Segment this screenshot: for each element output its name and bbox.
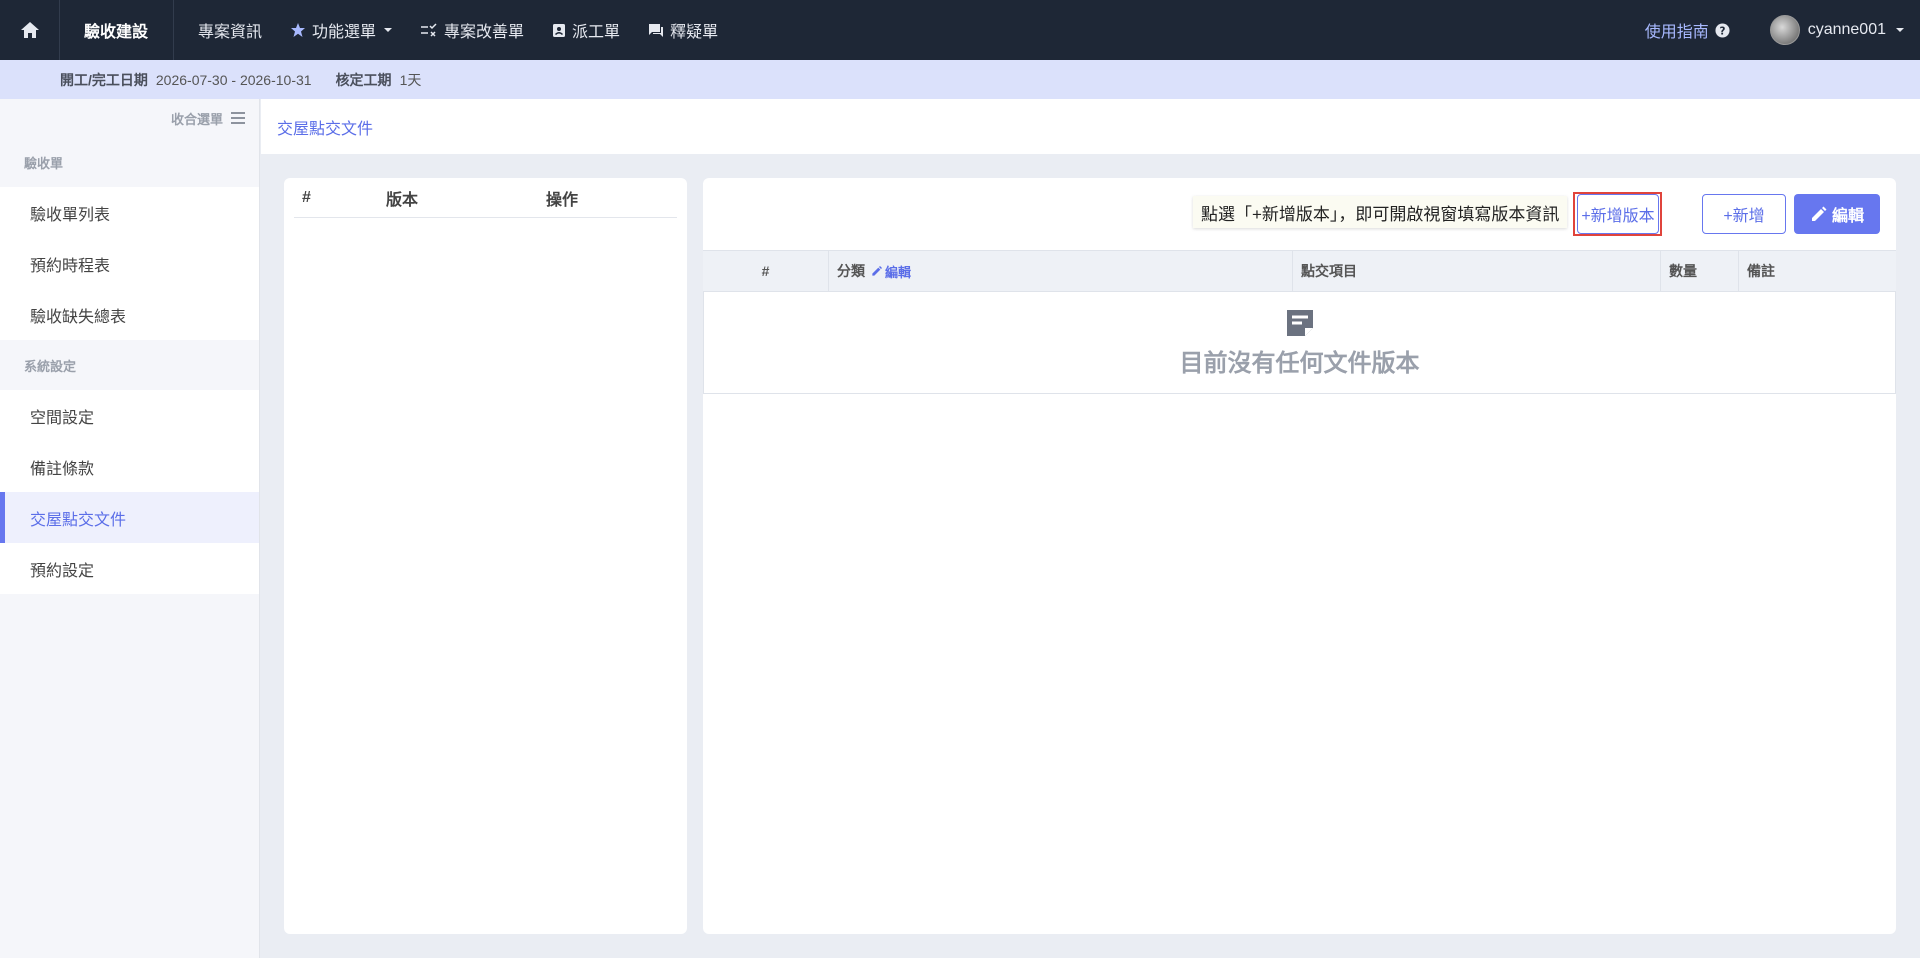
- nav-clarification-label: 釋疑單: [670, 24, 719, 41]
- hamburger-icon: [231, 112, 245, 124]
- badge-icon: [553, 24, 566, 37]
- breadcrumb: 交屋點交文件: [261, 99, 1920, 154]
- home-icon: [20, 22, 39, 38]
- add-version-button[interactable]: +新增版本: [1577, 194, 1659, 234]
- user-menu[interactable]: cyanne001: [1769, 15, 1904, 45]
- nav-clarification[interactable]: 釋疑單: [634, 0, 732, 60]
- checklist-icon: [421, 23, 437, 37]
- nav-improvement-order[interactable]: 專案改善單: [406, 0, 538, 60]
- company-name[interactable]: 驗收建設: [60, 0, 174, 60]
- nav-dispatch-order-label: 派工單: [572, 24, 621, 41]
- doc-col-index: #: [761, 263, 770, 279]
- sidebar-group-acceptance: 驗收單: [24, 155, 64, 171]
- document-toolbar: 點選「+新增版本」，即可開啟視窗填寫版本資訊 +新增版本 +新增 編輯: [703, 178, 1896, 250]
- nav-function-menu[interactable]: 功能選單: [276, 0, 406, 60]
- project-info-bar: 開工/完工日期 2026-07-30 - 2026-10-31 核定工期 1天: [0, 60, 1920, 99]
- sidebar-item-remark-terms[interactable]: 備註條款: [0, 441, 259, 492]
- nav-dispatch-order[interactable]: 派工單: [538, 0, 634, 60]
- pencil-icon: [1811, 206, 1827, 221]
- svg-text:?: ?: [1719, 25, 1725, 37]
- sidebar-group-settings: 系統設定: [24, 358, 77, 374]
- home-button[interactable]: [0, 0, 60, 60]
- chevron-down-icon: [1896, 28, 1904, 32]
- version-list-panel: # 版本 操作: [284, 178, 687, 934]
- page-title: 交屋點交文件: [277, 120, 374, 138]
- duration-value: 1天: [399, 71, 422, 88]
- nav-project-info[interactable]: 專案資訊: [184, 0, 276, 60]
- edit-button[interactable]: 編輯: [1794, 194, 1880, 234]
- doc-col-quantity: 數量: [1660, 251, 1738, 291]
- version-col-actions: 操作: [546, 191, 579, 209]
- chat-icon: [649, 23, 664, 37]
- doc-col-category-label: 分類: [837, 263, 865, 279]
- version-col-index: #: [302, 188, 311, 206]
- sidebar-item-handover-docs[interactable]: 交屋點交文件: [0, 492, 259, 543]
- collapse-menu-button[interactable]: 收合選單: [0, 99, 259, 137]
- doc-col-category: 分類 編輯: [828, 251, 1292, 291]
- user-guide-label: 使用指南: [1644, 24, 1709, 41]
- help-icon: ?: [1715, 22, 1730, 38]
- empty-state: 目前沒有任何文件版本: [703, 292, 1896, 394]
- main-nav: 專案資訊 功能選單 專案改善單 派工單 釋疑單: [174, 0, 732, 60]
- period-label: 開工/完工日期: [60, 71, 148, 88]
- document-panel: 點選「+新增版本」，即可開啟視窗填寫版本資訊 +新增版本 +新增 編輯 # 分類…: [703, 178, 1896, 934]
- top-navbar: 驗收建設 專案資訊 功能選單 專案改善單 派工單 釋疑單 使用指南 ? cyan…: [0, 0, 1920, 60]
- add-button[interactable]: +新增: [1702, 194, 1786, 234]
- doc-col-item: 點交項目: [1292, 251, 1660, 291]
- edit-button-label: 編輯: [1831, 208, 1864, 225]
- chevron-down-icon: [384, 28, 393, 32]
- period-value: 2026-07-30 - 2026-10-31: [155, 71, 312, 88]
- sidebar-item-defect-summary[interactable]: 驗收缺失總表: [0, 289, 259, 340]
- category-edit-label: 編輯: [885, 264, 912, 280]
- sidebar-item-schedule[interactable]: 預約時程表: [0, 238, 259, 289]
- sidebar-item-booking-settings[interactable]: 預約設定: [0, 543, 259, 594]
- sidebar: 收合選單 驗收單 驗收單列表 預約時程表 驗收缺失總表 系統設定 空間設定 備註…: [0, 99, 260, 958]
- collapse-menu-label: 收合選單: [170, 111, 223, 127]
- empty-state-text: 目前沒有任何文件版本: [1179, 350, 1420, 377]
- hint-tooltip: 點選「+新增版本」，即可開啟視窗填寫版本資訊: [1193, 196, 1568, 228]
- topbar-right: 使用指南 ? cyanne001: [1645, 0, 1920, 60]
- note-icon: [1286, 310, 1313, 336]
- duration-label: 核定工期: [335, 71, 392, 88]
- avatar: [1769, 15, 1800, 45]
- nav-project-info-label: 專案資訊: [198, 24, 263, 41]
- username: cyanne001: [1807, 21, 1886, 38]
- document-table-header: # 分類 編輯 點交項目 數量 備註: [703, 250, 1896, 292]
- doc-col-remark: 備註: [1738, 251, 1896, 291]
- sidebar-item-acceptance-list[interactable]: 驗收單列表: [0, 187, 259, 238]
- category-edit-link[interactable]: 編輯: [871, 262, 911, 281]
- nav-improvement-order-label: 專案改善單: [444, 24, 525, 41]
- user-guide-link[interactable]: 使用指南 ?: [1645, 18, 1730, 42]
- sidebar-item-space-settings[interactable]: 空間設定: [0, 390, 259, 441]
- nav-function-menu-label: 功能選單: [312, 24, 377, 41]
- version-table-header: # 版本 操作: [294, 178, 677, 218]
- star-icon: [291, 23, 306, 37]
- version-col-version: 版本: [386, 191, 419, 209]
- pencil-icon: [872, 266, 882, 276]
